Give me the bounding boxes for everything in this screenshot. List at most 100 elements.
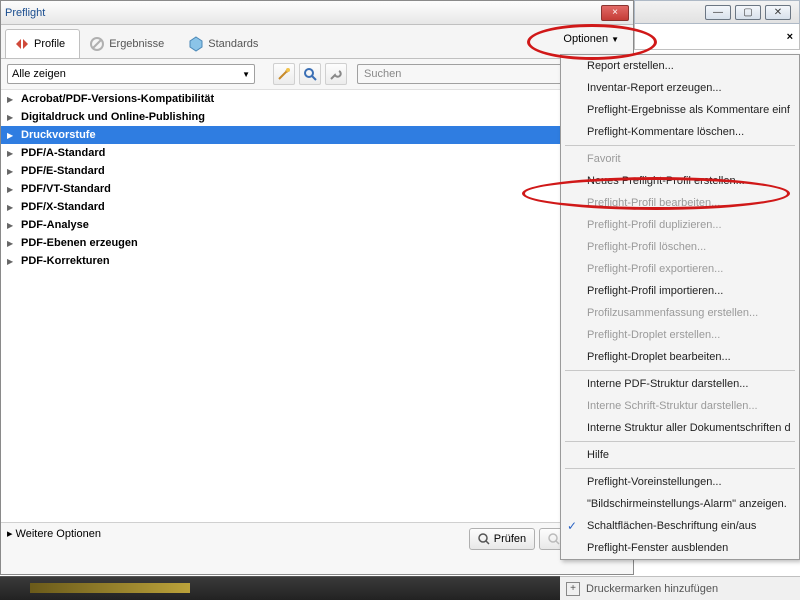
menu-neues-profil[interactable]: Neues Preflight-Profil erstellen... <box>561 170 799 192</box>
tree-item[interactable]: ▶ PDF/E-Standard <box>1 162 633 180</box>
tree-item-label: PDF/E-Standard <box>21 165 105 177</box>
tab-standards-label: Standards <box>208 38 258 50</box>
more-options-label: Weitere Optionen <box>16 528 101 540</box>
menu-separator <box>565 145 795 146</box>
profile-icon <box>14 36 30 52</box>
optionen-label: Optionen <box>563 33 608 45</box>
plus-icon[interactable]: + <box>566 582 580 596</box>
triangle-right-icon: ▶ <box>7 185 17 194</box>
check-button[interactable]: Prüfen <box>469 528 535 550</box>
status-text: Druckermarken hinzufügen <box>586 583 718 595</box>
tree-item-label: PDF-Ebenen erzeugen <box>21 237 138 249</box>
tree-item-label: PDF/VT-Standard <box>21 183 111 195</box>
menu-separator <box>565 468 795 469</box>
tab-ergebnisse[interactable]: Ergebnisse <box>80 29 179 58</box>
status-progress <box>0 576 560 600</box>
menu-hilfe[interactable]: Hilfe <box>561 444 799 466</box>
tree-item-label: PDF/X-Standard <box>21 201 105 213</box>
optionen-button[interactable]: Optionen ▼ <box>557 31 625 47</box>
chevron-down-icon: ▼ <box>242 70 250 79</box>
bottom-panel: ▸ Weitere Optionen Prüfen Prüfen und <box>1 522 633 574</box>
check-label: Prüfen <box>494 533 526 545</box>
tool-wrench-button[interactable] <box>325 63 347 85</box>
triangle-right-icon: ▶ <box>7 113 17 122</box>
close-button[interactable]: ✕ <box>765 5 791 20</box>
tree-item-label: PDF/A-Standard <box>21 147 105 159</box>
triangle-right-icon: ▶ <box>7 149 17 158</box>
menu-inventar[interactable]: Inventar-Report erzeugen... <box>561 77 799 99</box>
menu-profil-bearbeiten: Preflight-Profil bearbeiten... <box>561 192 799 214</box>
preflight-window: Preflight × Profile Ergebnisse Standards… <box>0 0 634 575</box>
triangle-right-icon: ▶ <box>7 203 17 212</box>
tree-item-label: Digitaldruck und Online-Publishing <box>21 111 205 123</box>
status-right: + Druckermarken hinzufügen <box>560 576 800 600</box>
tree-item-label: PDF-Analyse <box>21 219 89 231</box>
menu-zusammenfassung: Profilzusammenfassung erstellen... <box>561 302 799 324</box>
chevron-down-icon: ▼ <box>611 35 619 44</box>
minimize-button[interactable]: — <box>705 5 731 20</box>
tree-item[interactable]: ▶ Digitaldruck und Online-Publishing <box>1 108 633 126</box>
menu-kommentare-loeschen[interactable]: Preflight-Kommentare löschen... <box>561 121 799 143</box>
tree-item[interactable]: ▶ PDF-Korrekturen <box>1 252 633 270</box>
titlebar: Preflight × <box>1 1 633 25</box>
menu-favorit: Favorit <box>561 148 799 170</box>
tree-item[interactable]: ▶ Acrobat/PDF-Versions-Kompatibilität <box>1 90 633 108</box>
tree-item[interactable]: ▶ PDF/VT-Standard <box>1 180 633 198</box>
search-placeholder: Suchen <box>364 68 401 80</box>
right-toolbar: × <box>634 24 800 50</box>
menu-profil-exportieren: Preflight-Profil exportieren... <box>561 258 799 280</box>
menu-droplet-bearbeiten[interactable]: Preflight-Droplet bearbeiten... <box>561 346 799 368</box>
status-bar: + Druckermarken hinzufügen <box>0 576 800 600</box>
menu-pdf-struktur[interactable]: Interne PDF-Struktur darstellen... <box>561 373 799 395</box>
menu-beschriftung[interactable]: ✓Schaltflächen-Beschriftung ein/aus <box>561 515 799 537</box>
tab-standards[interactable]: Standards <box>179 29 273 58</box>
tabs-row: Profile Ergebnisse Standards <box>1 25 633 59</box>
triangle-right-icon: ▶ <box>7 131 17 140</box>
tab-profile-label: Profile <box>34 38 65 50</box>
window-title: Preflight <box>5 7 45 19</box>
filter-combo[interactable]: Alle zeigen ▼ <box>7 64 255 84</box>
background-window-controls: — ▢ ✕ <box>634 0 800 24</box>
menu-separator <box>565 370 795 371</box>
tree-item-label: Acrobat/PDF-Versions-Kompatibilität <box>21 93 214 105</box>
panel-close-icon[interactable]: × <box>787 31 793 43</box>
triangle-right-icon: ▶ <box>7 257 17 266</box>
menu-profil-loeschen: Preflight-Profil löschen... <box>561 236 799 258</box>
tab-ergebnisse-label: Ergebnisse <box>109 38 164 50</box>
results-icon <box>89 36 105 52</box>
toolbar: Alle zeigen ▼ Suchen <box>1 59 633 89</box>
triangle-right-icon: ▶ <box>7 95 17 104</box>
tree-item[interactable]: ▶ PDF-Ebenen erzeugen <box>1 234 633 252</box>
tree-item[interactable]: ▶ PDF/X-Standard <box>1 198 633 216</box>
menu-report[interactable]: Report erstellen... <box>561 55 799 77</box>
tree-item[interactable]: ▶ Druckvorstufe <box>1 126 633 144</box>
check-icon: ✓ <box>567 519 577 533</box>
menu-separator <box>565 441 795 442</box>
menu-ergebnisse-kommentar[interactable]: Preflight-Ergebnisse als Kommentare einf <box>561 99 799 121</box>
triangle-right-icon: ▸ <box>7 527 13 540</box>
menu-alle-schriften[interactable]: Interne Struktur aller Dokumentschriften… <box>561 417 799 439</box>
menu-droplet-erstellen: Preflight-Droplet erstellen... <box>561 324 799 346</box>
tree-item[interactable]: ▶ PDF-Analyse <box>1 216 633 234</box>
triangle-right-icon: ▶ <box>7 167 17 176</box>
menu-alarm[interactable]: "Bildschirmeinstellungs-Alarm" anzeigen. <box>561 493 799 515</box>
menu-profil-importieren[interactable]: Preflight-Profil importieren... <box>561 280 799 302</box>
menu-ausblenden[interactable]: Preflight-Fenster ausblenden <box>561 537 799 559</box>
tree-item-label: Druckvorstufe <box>21 129 96 141</box>
menu-profil-duplizieren: Preflight-Profil duplizieren... <box>561 214 799 236</box>
menu-schrift-struktur: Interne Schrift-Struktur darstellen... <box>561 395 799 417</box>
profile-tree[interactable]: ▶ Acrobat/PDF-Versions-Kompatibilität ▶ Dig… <box>1 89 633 519</box>
triangle-right-icon: ▶ <box>7 239 17 248</box>
tree-item[interactable]: ▶ PDF/A-Standard <box>1 144 633 162</box>
menu-voreinstellungen[interactable]: Preflight-Voreinstellungen... <box>561 471 799 493</box>
filter-label: Alle zeigen <box>12 68 66 80</box>
close-button[interactable]: × <box>601 5 629 21</box>
triangle-right-icon: ▶ <box>7 221 17 230</box>
tree-item-label: PDF-Korrekturen <box>21 255 110 267</box>
tool-search-button[interactable] <box>299 63 321 85</box>
optionen-menu: Report erstellen... Inventar-Report erze… <box>560 54 800 560</box>
maximize-button[interactable]: ▢ <box>735 5 761 20</box>
tab-profile[interactable]: Profile <box>5 29 80 58</box>
tool-wand-button[interactable] <box>273 63 295 85</box>
standards-icon <box>188 36 204 52</box>
